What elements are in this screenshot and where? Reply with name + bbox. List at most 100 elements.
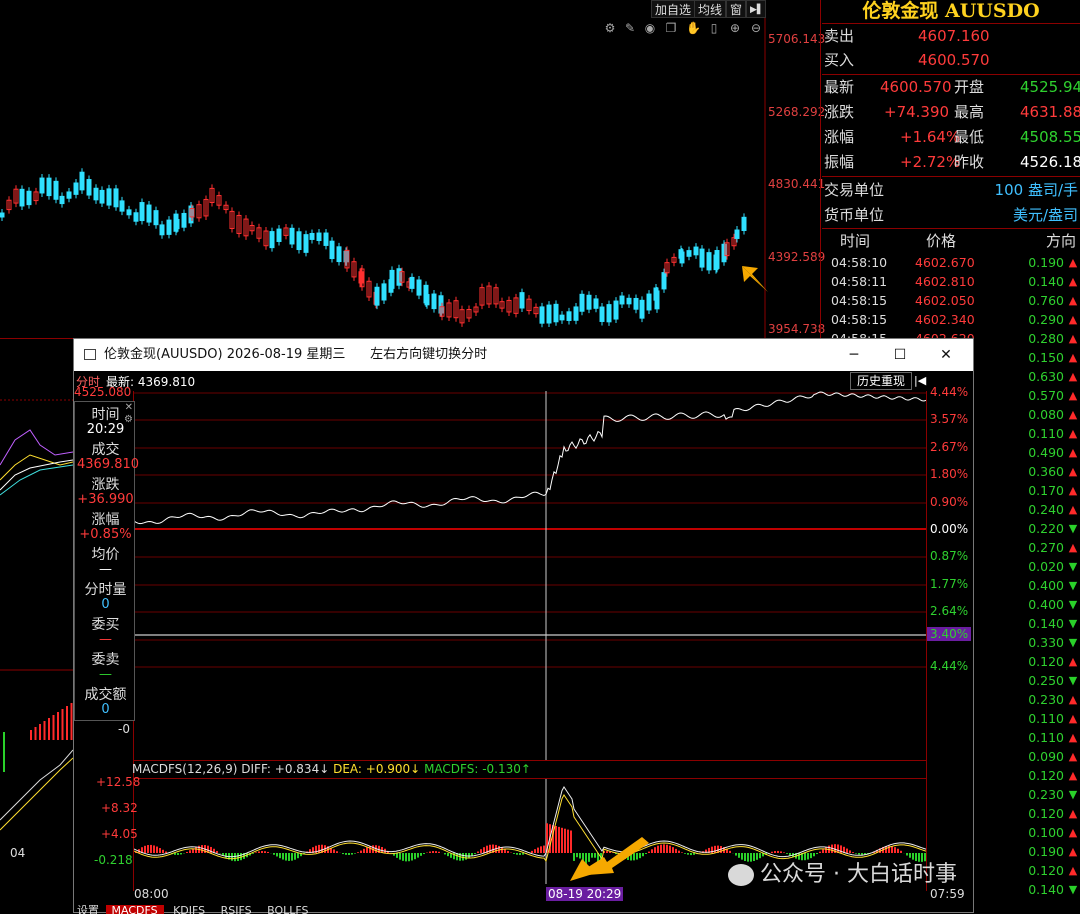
hand-icon[interactable]: ✋: [686, 21, 701, 35]
up-arrow-icon: ▲: [1068, 693, 1078, 706]
intraday-chart[interactable]: [134, 391, 926, 761]
sell-row: 卖出 4607.160: [822, 24, 1080, 49]
tick-volume: 0.570: [1028, 388, 1064, 403]
candle-body: [66, 191, 72, 199]
candle-body: [619, 295, 625, 305]
tick-volume: 0.250: [1028, 673, 1064, 688]
y-axis-label: 4830.441: [768, 177, 826, 191]
up-arrow-icon: ▲: [1068, 332, 1078, 345]
low-label: 最低: [954, 128, 985, 146]
window-titlebar[interactable]: 伦敦金现(AUUSDO) 2026-08-19 星期三 左右方向键切换分时 ─ …: [74, 339, 973, 371]
macd-axis-label: +8.32: [101, 801, 138, 815]
macd-diff: DIFF: +0.834↓: [241, 762, 330, 776]
candle-body: [706, 252, 712, 271]
y-axis-label: 5268.292: [768, 105, 826, 119]
pct-label: 2.67%: [930, 440, 969, 454]
candle-body: [519, 292, 525, 309]
copy-icon[interactable]: ❐: [664, 21, 678, 35]
candle-body: [133, 212, 139, 222]
candle-body: [126, 209, 132, 216]
prev-close-label: 昨收: [954, 153, 985, 171]
add-favorite-button[interactable]: 加自选: [651, 0, 696, 18]
tick-volume: 0.490: [1028, 445, 1064, 460]
candle-body: [693, 246, 699, 256]
tick-volume: 0.020: [1028, 559, 1064, 574]
candle-body: [679, 251, 685, 264]
candle-body: [546, 304, 552, 324]
maximize-button[interactable]: ☐: [877, 339, 923, 371]
mean-line-button[interactable]: 均线: [694, 0, 727, 18]
volume-bar: [34, 727, 37, 740]
pin-button[interactable]: ▶▌: [746, 0, 766, 18]
latest-row: 最新 4600.570 开盘 4525.940: [822, 75, 1080, 100]
tick-row: 04:58:11 4602.810 0.140 ▲: [822, 272, 1080, 291]
pct-label: 涨幅: [824, 128, 855, 146]
chg-value: +36.990: [77, 492, 134, 507]
pen-icon[interactable]: ✎: [623, 21, 637, 35]
pct-label: 4.44%: [930, 385, 969, 399]
bid-label: 委买: [91, 617, 120, 633]
tick-volume: 0.140: [1028, 274, 1064, 289]
price-series-line: [134, 391, 926, 525]
bookmark-icon[interactable]: ▯: [707, 21, 721, 35]
candle-body: [276, 228, 282, 242]
candle-body: [606, 304, 612, 323]
candle-body: [26, 190, 32, 206]
settings-icon[interactable]: ⚙: [603, 21, 617, 35]
volume-bar: [39, 724, 41, 740]
up-arrow-icon: ▲: [1068, 845, 1078, 858]
change-value: +74.390: [884, 103, 950, 121]
zoom-out-icon[interactable]: ⊖: [749, 21, 763, 35]
down-arrow-icon: ▼: [1068, 883, 1078, 896]
intraday-window[interactable]: 伦敦金现(AUUSDO) 2026-08-19 星期三 左右方向键切换分时 ─ …: [73, 338, 974, 914]
tick-time: 04:58:10: [831, 255, 888, 270]
back-icon[interactable]: |◀: [914, 372, 928, 390]
down-arrow-icon: ▼: [1068, 522, 1078, 535]
up-arrow-icon: ▲: [1068, 769, 1078, 782]
up-arrow-icon: ▲: [1068, 541, 1078, 554]
tick-volume: 0.120: [1028, 768, 1064, 783]
history-replay-button[interactable]: 历史重现: [850, 372, 912, 390]
tick-volume: 0.230: [1028, 787, 1064, 802]
candle-body: [626, 297, 632, 305]
minimize-button[interactable]: ─: [831, 339, 877, 371]
candle-body: [119, 200, 125, 212]
candle-body: [559, 314, 565, 321]
amp-row: 振幅 +2.72% 昨收 4526.180: [822, 150, 1080, 175]
candle-body: [389, 269, 395, 289]
down-arrow-icon: ▼: [1068, 560, 1078, 573]
up-arrow-icon: ▲: [1068, 351, 1078, 364]
window-button[interactable]: 窗: [726, 0, 747, 18]
vol-label: 分时量: [84, 582, 127, 598]
up-arrow-icon: ▲: [1068, 294, 1078, 307]
candle-body: [381, 283, 387, 301]
macd-axis-label: -0.218: [94, 853, 133, 867]
pct-label: 4.44%: [930, 659, 969, 673]
prev-close-price: 4526.180: [1020, 153, 1080, 171]
candle-body: [323, 232, 329, 246]
tick-volume: 0.090: [1028, 749, 1064, 764]
zoom-in-icon[interactable]: ⊕: [728, 21, 742, 35]
wechat-icon: [728, 864, 754, 886]
eye-icon[interactable]: ◉: [643, 21, 657, 35]
buy-label: 买入: [824, 51, 855, 69]
candle-body: [289, 227, 295, 245]
tick-volume: 0.330: [1028, 635, 1064, 650]
candle-body: [431, 293, 437, 310]
tick-time: 04:58:15: [831, 293, 888, 308]
candle-body: [639, 299, 645, 319]
candlestick-chart[interactable]: [0, 0, 766, 340]
candle-body: [686, 250, 692, 257]
trade-value: 4369.810: [77, 457, 140, 472]
close-button[interactable]: ✕: [923, 339, 969, 371]
up-arrow-icon: ▲: [1068, 750, 1078, 763]
candle-body: [539, 306, 545, 324]
tick-volume: 0.120: [1028, 654, 1064, 669]
candle-body: [79, 171, 85, 191]
cursor-pct-label: 3.40%: [927, 627, 972, 641]
down-arrow-icon: ▼: [1068, 579, 1078, 592]
tick-volume: 0.110: [1028, 426, 1064, 441]
tick-price: 4602.050: [915, 293, 975, 308]
tick-volume: 0.360: [1028, 464, 1064, 479]
tick-volume: 0.630: [1028, 369, 1064, 384]
